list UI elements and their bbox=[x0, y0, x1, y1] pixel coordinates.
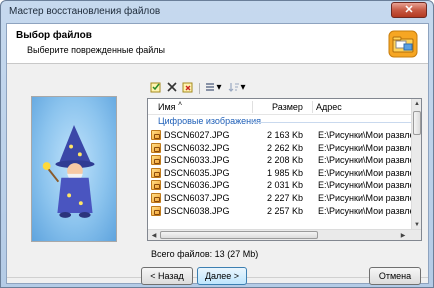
next-button[interactable]: Далее > bbox=[197, 267, 247, 285]
image-file-icon bbox=[151, 130, 161, 140]
image-file-icon bbox=[151, 192, 161, 203]
select-all-icon[interactable] bbox=[149, 81, 163, 95]
wizard-window: Мастер восстановления файлов ✕ Выбор фай… bbox=[0, 0, 434, 288]
page-subtitle: Выберите поврежденные файлы bbox=[27, 45, 166, 55]
back-button[interactable]: < Назад bbox=[141, 267, 193, 285]
table-row[interactable]: DSCN6037.JPG 2 227 Kb E:\Рисунки\Мои раз… bbox=[148, 192, 412, 205]
view-dropdown[interactable]: ▾ bbox=[215, 81, 223, 95]
file-rows: DSCN6027.JPG 2 163 Kb E:\Рисунки\Мои раз… bbox=[148, 129, 412, 240]
group-header[interactable]: Цифровые изображения bbox=[148, 116, 412, 128]
file-name: DSCN6038.JPG bbox=[164, 205, 230, 216]
column-name[interactable]: Имя bbox=[158, 102, 176, 112]
file-name: DSCN6027.JPG bbox=[164, 130, 230, 140]
file-name: DSCN6036.JPG bbox=[164, 180, 230, 191]
total-files: Всего файлов: 13 (27 Mb) bbox=[151, 249, 259, 259]
file-address: E:\Рисунки\Мои развлече bbox=[318, 155, 412, 166]
close-button[interactable]: ✕ bbox=[391, 2, 427, 18]
title-bar[interactable]: Мастер восстановления файлов ✕ bbox=[1, 1, 433, 23]
scroll-down-icon[interactable]: ▼ bbox=[412, 222, 421, 228]
delete-icon[interactable] bbox=[165, 81, 179, 95]
file-address: E:\Рисунки\Мои развлече bbox=[318, 192, 412, 203]
file-name: DSCN6032.JPG bbox=[164, 142, 230, 153]
scroll-right-icon[interactable]: ▶ bbox=[398, 232, 408, 239]
horizontal-scroll-thumb[interactable] bbox=[160, 231, 318, 239]
image-file-icon bbox=[151, 155, 161, 166]
window-title: Мастер восстановления файлов bbox=[9, 6, 161, 17]
wizard-icon bbox=[31, 96, 117, 242]
image-file-icon bbox=[151, 167, 161, 178]
file-size: 1 985 Kb bbox=[266, 167, 303, 178]
column-separator[interactable] bbox=[252, 101, 253, 113]
file-name: DSCN6037.JPG bbox=[164, 192, 230, 203]
table-row[interactable]: DSCN6036.JPG 2 031 Kb E:\Рисунки\Мои раз… bbox=[148, 179, 412, 192]
file-size: 2 262 Kb bbox=[266, 142, 303, 153]
file-size: 2 208 Kb bbox=[266, 155, 303, 166]
file-size: 2 031 Kb bbox=[266, 180, 303, 191]
list-toolbar: ▾ ▾ bbox=[147, 81, 287, 97]
client-area: Выбор файлов Выберите поврежденные файлы bbox=[6, 23, 429, 284]
file-name: DSCN6035.JPG bbox=[164, 167, 230, 178]
file-address: E:\Рисунки\Мои развлече bbox=[318, 180, 412, 191]
file-size: 2 257 Kb bbox=[266, 205, 303, 216]
sort-arrow-icon: ˄ bbox=[178, 101, 183, 108]
horizontal-scrollbar[interactable]: ◀ ▶ bbox=[148, 229, 421, 240]
file-size: 2 227 Kb bbox=[266, 192, 303, 203]
file-address: E:\Рисунки\Мои развлече bbox=[318, 167, 412, 178]
table-row[interactable]: DSCN6032.JPG 2 262 Kb E:\Рисунки\Мои раз… bbox=[148, 142, 412, 155]
vertical-scroll-thumb[interactable] bbox=[413, 111, 421, 135]
table-row[interactable]: DSCN6035.JPG 1 985 Kb E:\Рисунки\Мои раз… bbox=[148, 167, 412, 180]
table-row[interactable]: DSCN6027.JPG 2 163 Kb E:\Рисунки\Мои раз… bbox=[148, 129, 412, 142]
file-size: 2 163 Kb bbox=[266, 130, 303, 140]
scroll-left-icon[interactable]: ◀ bbox=[149, 232, 159, 239]
file-name: DSCN6033.JPG bbox=[164, 155, 230, 166]
file-address: E:\Рисунки\Мои развлече bbox=[318, 205, 412, 216]
list-header: Имя ˄ Размер Адрес bbox=[148, 99, 412, 115]
file-address: E:\Рисунки\Мои развлече bbox=[318, 142, 412, 153]
table-row[interactable]: DSCN6038.JPG 2 257 Kb E:\Рисунки\Мои раз… bbox=[148, 205, 412, 218]
folder-icon bbox=[388, 30, 418, 58]
group-divider bbox=[252, 122, 412, 123]
image-file-icon bbox=[151, 142, 161, 153]
scroll-up-icon[interactable]: ▲ bbox=[412, 101, 421, 107]
column-size[interactable]: Размер bbox=[272, 102, 303, 112]
table-row[interactable]: DSCN6033.JPG 2 208 Kb E:\Рисунки\Мои раз… bbox=[148, 154, 412, 167]
uncheck-icon[interactable] bbox=[181, 81, 195, 95]
page-title: Выбор файлов bbox=[16, 30, 92, 41]
image-file-icon bbox=[151, 205, 161, 216]
file-address: E:\Рисунки\Мои развлече bbox=[318, 130, 412, 140]
toolbar-separator bbox=[199, 83, 200, 94]
column-address[interactable]: Адрес bbox=[316, 102, 342, 112]
group-label: Цифровые изображения bbox=[158, 116, 261, 126]
vertical-scrollbar[interactable]: ▲ ▼ bbox=[411, 99, 421, 230]
file-list[interactable]: Имя ˄ Размер Адрес Цифровые изображения … bbox=[147, 98, 422, 241]
image-file-icon bbox=[151, 180, 161, 191]
column-separator[interactable] bbox=[312, 101, 313, 113]
sort-dropdown[interactable]: ▾ bbox=[239, 81, 247, 95]
cancel-button[interactable]: Отмена bbox=[369, 267, 421, 285]
wizard-header: Выбор файлов Выберите поврежденные файлы bbox=[7, 24, 428, 64]
